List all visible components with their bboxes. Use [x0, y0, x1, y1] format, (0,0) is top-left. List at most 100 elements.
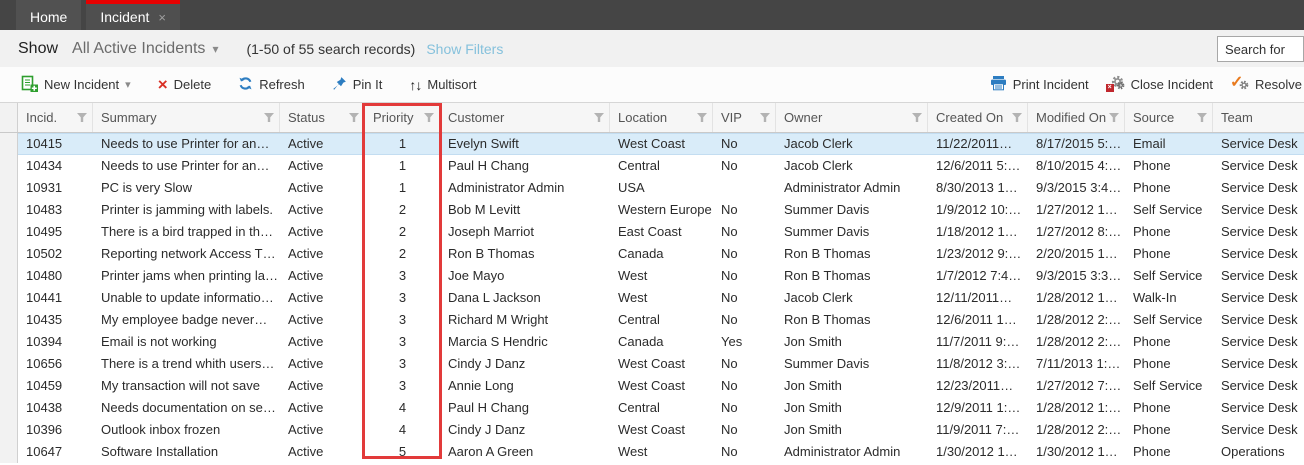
table-cell: 1/18/2012 1…	[928, 221, 1028, 243]
table-cell: 1/9/2012 10:…	[928, 199, 1028, 221]
show-filters-link[interactable]: Show Filters	[426, 41, 503, 57]
filter-funnel-icon[interactable]	[349, 113, 359, 122]
table-row[interactable]: 10438Needs documentation on se…Active4Pa…	[0, 397, 1304, 419]
table-cell: No	[713, 133, 776, 155]
table-cell: Western Europe	[610, 199, 713, 221]
table-row[interactable]: 10502Reporting network Access T…Active2R…	[0, 243, 1304, 265]
filter-funnel-icon[interactable]	[424, 113, 434, 122]
column-header-vip[interactable]: VIP	[713, 103, 776, 132]
column-header-customer[interactable]: Customer	[440, 103, 610, 132]
filter-funnel-icon[interactable]	[594, 113, 604, 122]
table-row[interactable]: 10931PC is very SlowActive1Administrator…	[0, 177, 1304, 199]
resolve-icon: ✓	[1230, 75, 1249, 95]
table-cell: West Coast	[610, 353, 713, 375]
table-cell: Dana L Jackson	[440, 287, 610, 309]
new-incident-button[interactable]: New Incident▾	[21, 75, 131, 95]
filter-funnel-icon[interactable]	[1012, 113, 1022, 122]
table-cell: 3	[365, 287, 440, 309]
row-gutter	[0, 331, 18, 353]
filter-funnel-icon[interactable]	[760, 113, 770, 122]
table-cell: 11/8/2012 3:…	[928, 353, 1028, 375]
column-header-priority[interactable]: Priority	[365, 103, 440, 132]
table-row[interactable]: 10495There is a bird trapped in th…Activ…	[0, 221, 1304, 243]
multisort-label: Multisort	[427, 77, 476, 92]
column-header-label: Owner	[784, 110, 822, 125]
column-header-label: Created On	[936, 110, 1003, 125]
table-cell: Service Desk	[1213, 309, 1304, 331]
tab-incident[interactable]: Incident ×	[86, 0, 180, 30]
table-row[interactable]: 10441Unable to update informatio…Active3…	[0, 287, 1304, 309]
table-cell: Ron B Thomas	[776, 265, 928, 287]
multisort-button[interactable]: ↑↓Multisort	[409, 77, 476, 93]
pin-it-button[interactable]: Pin It	[332, 76, 383, 94]
delete-button[interactable]: ×Delete	[158, 76, 212, 93]
table-row[interactable]: 10435My employee badge never…Active3Rich…	[0, 309, 1304, 331]
table-cell: Unable to update informatio…	[93, 287, 280, 309]
resolve-button[interactable]: ✓Resolve	[1230, 75, 1302, 95]
column-header-team[interactable]: Team	[1213, 103, 1304, 132]
chevron-down-icon: ▾	[212, 42, 218, 56]
table-cell: Bob M Levitt	[440, 199, 610, 221]
column-header-modified-on[interactable]: Modified On	[1028, 103, 1125, 132]
table-cell: 10459	[18, 375, 93, 397]
print-incident-button[interactable]: Print Incident	[990, 75, 1089, 94]
filter-funnel-icon[interactable]	[264, 113, 274, 122]
column-header-source[interactable]: Source	[1125, 103, 1213, 132]
table-cell: No	[713, 287, 776, 309]
filter-funnel-icon[interactable]	[912, 113, 922, 122]
table-cell: Ron B Thomas	[776, 309, 928, 331]
table-cell: 12/6/2011 5:…	[928, 155, 1028, 177]
table-cell: West Coast	[610, 419, 713, 441]
table-row[interactable]: 10394Email is not workingActive3Marcia S…	[0, 331, 1304, 353]
filter-funnel-icon[interactable]	[1197, 113, 1207, 122]
table-cell: Phone	[1125, 243, 1213, 265]
table-cell: There is a bird trapped in th…	[93, 221, 280, 243]
table-cell: Active	[280, 375, 365, 397]
table-cell: 10647	[18, 441, 93, 463]
table-cell: Service Desk	[1213, 419, 1304, 441]
tab-close-icon[interactable]: ×	[158, 11, 166, 24]
column-header-label: Modified On	[1036, 110, 1106, 125]
filter-funnel-icon[interactable]	[1109, 113, 1119, 122]
search-input[interactable]	[1217, 36, 1304, 62]
table-cell: Service Desk	[1213, 155, 1304, 177]
table-cell: Phone	[1125, 221, 1213, 243]
close-incident-button[interactable]: ×Close Incident	[1106, 75, 1213, 95]
table-cell: 1/7/2012 7:4…	[928, 265, 1028, 287]
table-row[interactable]: 10415Needs to use Printer for an…Active1…	[0, 133, 1304, 155]
table-cell: West	[610, 441, 713, 463]
filter-funnel-icon[interactable]	[697, 113, 707, 122]
table-cell: 10656	[18, 353, 93, 375]
column-header-summary[interactable]: Summary	[93, 103, 280, 132]
table-cell: 11/22/2011…	[928, 133, 1028, 155]
refresh-icon	[238, 76, 253, 94]
tab-home[interactable]: Home	[16, 0, 81, 30]
table-row[interactable]: 10647Software InstallationActive5Aaron A…	[0, 441, 1304, 463]
table-row[interactable]: 10483Printer is jamming with labels.Acti…	[0, 199, 1304, 221]
table-row[interactable]: 10396Outlook inbox frozenActive4Cindy J …	[0, 419, 1304, 441]
table-cell: Self Service	[1125, 265, 1213, 287]
table-cell: Phone	[1125, 419, 1213, 441]
view-selector[interactable]: All Active Incidents ▾	[72, 40, 218, 58]
table-row[interactable]: 10656There is a trend whith users…Active…	[0, 353, 1304, 375]
column-header-status[interactable]: Status	[280, 103, 365, 132]
table-cell: Self Service	[1125, 375, 1213, 397]
table-cell: 8/10/2015 4:…	[1028, 155, 1125, 177]
column-header-created-on[interactable]: Created On	[928, 103, 1028, 132]
refresh-button[interactable]: Refresh	[238, 76, 305, 94]
column-header-location[interactable]: Location	[610, 103, 713, 132]
table-row[interactable]: 10459My transaction will not saveActive3…	[0, 375, 1304, 397]
table-cell: No	[713, 155, 776, 177]
table-cell: 10434	[18, 155, 93, 177]
table-cell: Phone	[1125, 177, 1213, 199]
table-cell: Active	[280, 221, 365, 243]
filter-funnel-icon[interactable]	[77, 113, 87, 122]
column-header-owner[interactable]: Owner	[776, 103, 928, 132]
column-header-incid[interactable]: Incid.	[18, 103, 93, 132]
table-cell: Active	[280, 265, 365, 287]
table-cell: Ron B Thomas	[776, 243, 928, 265]
table-row[interactable]: 10434Needs to use Printer for an…Active1…	[0, 155, 1304, 177]
table-cell: Administrator Admin	[776, 441, 928, 463]
toolbar-left-group: New Incident▾ ×Delete Refresh Pin It ↑↓Multi…	[21, 75, 476, 95]
table-row[interactable]: 10480Printer jams when printing la…Activ…	[0, 265, 1304, 287]
